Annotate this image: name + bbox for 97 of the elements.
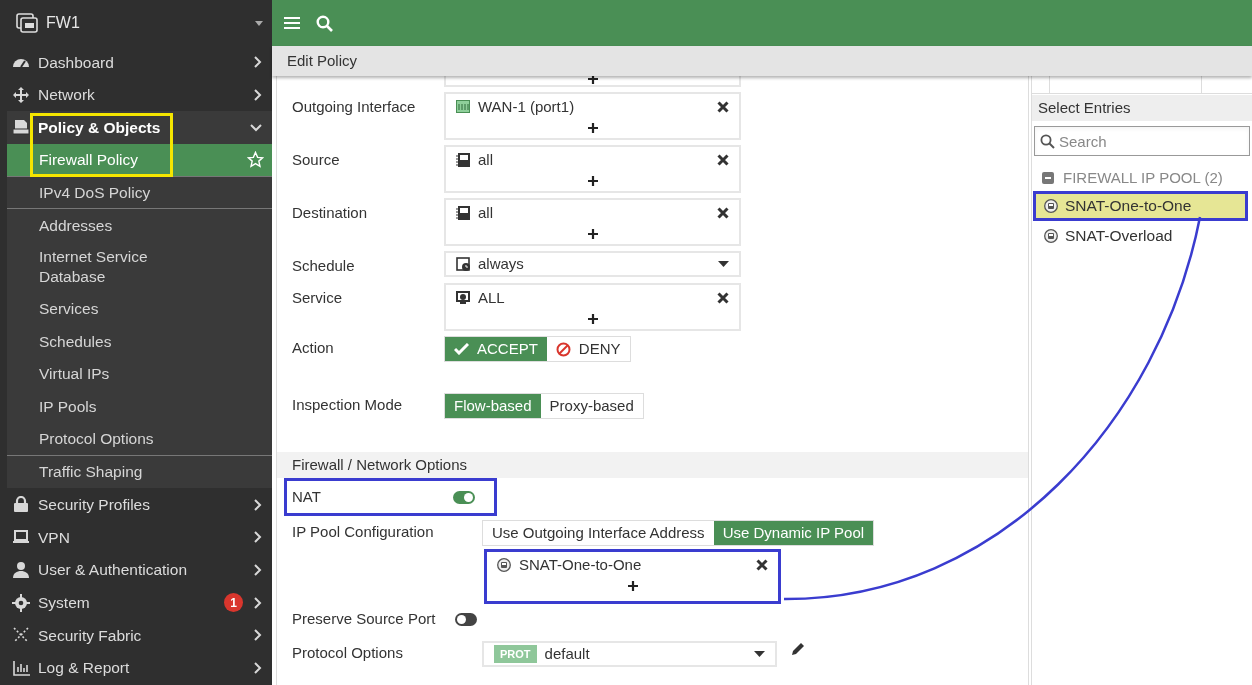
multi-select-field[interactable] bbox=[444, 76, 741, 87]
caret-icon[interactable] bbox=[255, 20, 263, 26]
chevron-right-icon bbox=[253, 563, 262, 576]
sidebar-subitem[interactable]: Schedules bbox=[7, 324, 272, 358]
page-title: Edit Policy bbox=[287, 50, 358, 71]
check-icon bbox=[454, 343, 469, 355]
lock-icon bbox=[13, 496, 29, 514]
section-heading: Firewall / Network Options bbox=[292, 454, 468, 475]
ip-pool-icon bbox=[497, 558, 511, 572]
collapse-icon[interactable] bbox=[1042, 172, 1054, 184]
prohibited-icon bbox=[555, 341, 571, 357]
field-label: Outgoing Interface bbox=[292, 98, 416, 115]
notification-badge: 1 bbox=[224, 593, 243, 613]
sidebar-subitem[interactable]: Protocol Options bbox=[7, 422, 272, 456]
chevron-right-icon bbox=[253, 89, 262, 102]
chevron-right-icon bbox=[253, 596, 262, 609]
caret-icon bbox=[754, 651, 765, 657]
add-icon[interactable] bbox=[587, 122, 598, 133]
field-label: Action bbox=[292, 339, 334, 356]
gear-icon bbox=[12, 593, 30, 612]
add-icon[interactable] bbox=[587, 76, 598, 84]
remove-icon[interactable] bbox=[717, 207, 729, 219]
toggle-switch[interactable] bbox=[455, 612, 477, 626]
tag-label: PROT bbox=[494, 645, 537, 663]
chevron-right-icon bbox=[253, 56, 262, 69]
sidebar-subitem[interactable]: Virtual IPs bbox=[7, 357, 272, 391]
add-icon[interactable] bbox=[587, 313, 598, 324]
sidebar-subitem[interactable]: Traffic Shaping bbox=[7, 455, 272, 489]
menu-icon[interactable] bbox=[284, 16, 300, 30]
field-label: Destination bbox=[292, 204, 368, 221]
address-book-icon bbox=[456, 153, 470, 167]
sidebar-subitem[interactable]: Addresses bbox=[7, 209, 272, 243]
remove-icon[interactable] bbox=[717, 292, 729, 304]
pencil-icon[interactable] bbox=[791, 641, 806, 656]
chevron-right-icon bbox=[253, 662, 262, 675]
toggle-switch[interactable] bbox=[453, 490, 475, 504]
chevron-right-icon bbox=[253, 498, 262, 511]
network-port-icon bbox=[456, 100, 470, 114]
field-label: Protocol Options bbox=[292, 644, 403, 661]
document-icon bbox=[13, 120, 29, 136]
toggle-option[interactable]: ACCEPT bbox=[445, 337, 547, 361]
field-label: Inspection Mode bbox=[292, 396, 403, 413]
device-icon bbox=[16, 13, 38, 33]
sidebar-subitem[interactable]: Firewall Policy bbox=[7, 144, 272, 177]
multi-select-field[interactable]: SNAT-One-to-One bbox=[484, 549, 781, 604]
sidebar-subitem[interactable]: IP Pools bbox=[7, 390, 272, 423]
search-field[interactable]: Search bbox=[1034, 126, 1250, 156]
service-icon bbox=[456, 291, 470, 305]
field-label: IP Pool Configuration bbox=[292, 523, 434, 540]
selected-value: all bbox=[478, 149, 494, 170]
fabric-icon bbox=[13, 627, 29, 644]
multi-select-field[interactable]: ALL bbox=[444, 283, 741, 331]
search-icon[interactable] bbox=[316, 14, 333, 32]
user-icon bbox=[13, 561, 29, 578]
sidebar-item[interactable]: Policy & Objects bbox=[7, 111, 272, 145]
field-label: Service bbox=[292, 289, 343, 306]
selected-value: all bbox=[478, 202, 494, 223]
ip-pool-icon bbox=[1044, 229, 1058, 243]
list-entry[interactable]: SNAT-One-to-One bbox=[1033, 191, 1248, 221]
multi-select-field[interactable]: all bbox=[444, 145, 741, 193]
selected-value: SNAT-One-to-One bbox=[519, 554, 643, 575]
panel-title: Select Entries bbox=[1038, 97, 1131, 118]
sidebar-subitem[interactable]: Internet Service Database bbox=[7, 242, 272, 293]
remove-icon[interactable] bbox=[717, 101, 729, 113]
chevron-right-icon bbox=[253, 629, 262, 642]
multi-select-field[interactable]: WAN-1 (port1) bbox=[444, 92, 741, 140]
bar-chart-icon bbox=[12, 660, 30, 676]
move-icon bbox=[12, 86, 30, 105]
remove-icon[interactable] bbox=[756, 559, 768, 571]
sidebar-subitem[interactable]: IPv4 DoS Policy bbox=[7, 176, 272, 210]
toggle-option[interactable]: Use Dynamic IP Pool bbox=[713, 521, 874, 545]
dropdown-field[interactable]: PROT default bbox=[482, 641, 777, 667]
gauge-icon bbox=[12, 57, 30, 67]
address-book-icon bbox=[456, 206, 470, 220]
laptop-icon bbox=[13, 530, 29, 545]
field-label: Preserve Source Port bbox=[292, 608, 437, 629]
multi-select-field[interactable]: all bbox=[444, 198, 741, 246]
field-label: Source bbox=[292, 151, 340, 168]
caret-icon bbox=[718, 261, 729, 267]
add-icon[interactable] bbox=[587, 228, 598, 239]
selected-value: WAN-1 (port1) bbox=[478, 96, 576, 117]
add-icon[interactable] bbox=[627, 580, 638, 591]
selected-value: ALL bbox=[478, 287, 506, 308]
calendar-clock-icon bbox=[456, 257, 470, 271]
star-icon[interactable] bbox=[247, 151, 264, 169]
field-label: Schedule bbox=[292, 257, 355, 274]
ip-pool-icon bbox=[1044, 199, 1058, 213]
chevron-down-icon bbox=[250, 123, 262, 133]
add-icon[interactable] bbox=[587, 175, 598, 186]
dropdown-field[interactable]: always bbox=[444, 251, 741, 277]
sidebar-subitem[interactable]: Services bbox=[7, 292, 272, 325]
toggle-option[interactable]: Flow-based bbox=[445, 394, 541, 418]
chevron-right-icon bbox=[253, 531, 262, 544]
remove-icon[interactable] bbox=[717, 154, 729, 166]
group-heading: FIREWALL IP POOL (2) bbox=[1063, 167, 1223, 188]
search-icon bbox=[1040, 134, 1055, 149]
field-label: NAT bbox=[292, 486, 322, 507]
